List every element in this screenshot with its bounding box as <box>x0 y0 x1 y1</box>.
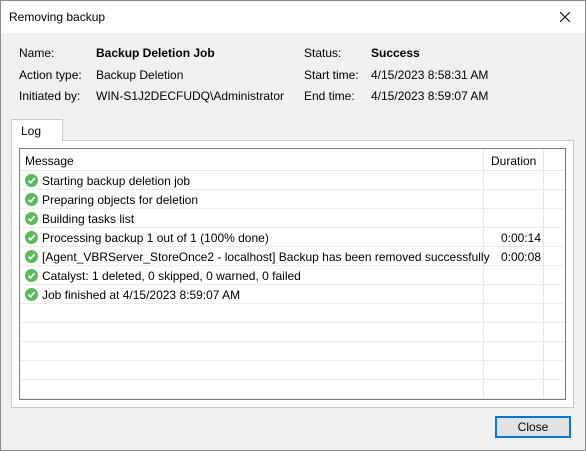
log-header-row: Message Duration <box>20 149 565 171</box>
log-row[interactable]: Job finished at 4/15/2023 8:59:07 AM <box>20 285 565 304</box>
action-type-label: Action type: <box>19 68 82 82</box>
end-time-value: 4/15/2023 8:59:07 AM <box>371 89 489 103</box>
success-icon <box>25 174 38 187</box>
empty-log-row <box>20 323 565 342</box>
initiated-by-value: WIN-S1J2DECFUDQ\Administrator <box>96 89 285 103</box>
close-icon[interactable] <box>545 1 585 33</box>
success-icon <box>25 231 38 244</box>
window-title: Removing backup <box>9 10 106 24</box>
empty-log-row <box>20 304 565 323</box>
initiated-by-label: Initiated by: <box>19 89 81 103</box>
action-type-value: Backup Deletion <box>96 68 184 82</box>
removing-backup-dialog: Removing backup Name: Backup Deletion Jo… <box>0 0 586 451</box>
empty-log-row <box>20 342 565 361</box>
name-label: Name: <box>19 46 55 60</box>
log-row[interactable]: Building tasks list <box>20 209 565 228</box>
log-tab-panel: Message Duration Starting backup deletio… <box>11 140 574 408</box>
success-icon <box>25 212 38 225</box>
name-value: Backup Deletion Job <box>96 46 215 60</box>
start-time-value: 4/15/2023 8:58:31 AM <box>371 68 489 82</box>
log-duration: 0:00:14 <box>500 231 541 245</box>
tab-log[interactable]: Log <box>11 119 63 141</box>
log-row[interactable]: [Agent_VBRServer_StoreOnce2 - localhost]… <box>20 247 565 266</box>
log-message: Processing backup 1 out of 1 (100% done) <box>42 231 269 245</box>
title-bar: Removing backup <box>1 1 585 33</box>
success-icon <box>25 288 38 301</box>
log-message: [Agent_VBRServer_StoreOnce2 - localhost]… <box>42 250 490 264</box>
end-time-label: End time: <box>304 89 355 103</box>
log-message: Starting backup deletion job <box>42 174 191 188</box>
log-duration: 0:00:08 <box>500 250 541 264</box>
log-row[interactable]: Catalyst: 1 deleted, 0 skipped, 0 warned… <box>20 266 565 285</box>
success-icon <box>25 250 38 263</box>
log-message: Catalyst: 1 deleted, 0 skipped, 0 warned… <box>42 269 301 283</box>
close-button[interactable]: Close <box>495 416 571 438</box>
log-message: Job finished at 4/15/2023 8:59:07 AM <box>42 288 241 302</box>
log-message: Building tasks list <box>42 212 135 226</box>
log-table[interactable]: Message Duration Starting backup deletio… <box>19 148 566 400</box>
empty-log-row <box>20 380 565 399</box>
success-icon <box>25 269 38 282</box>
empty-log-row <box>20 361 565 380</box>
status-value: Success <box>371 46 420 60</box>
status-label: Status: <box>304 46 342 60</box>
log-row[interactable]: Processing backup 1 out of 1 (100% done)… <box>20 228 565 247</box>
log-row[interactable]: Starting backup deletion job <box>20 171 565 190</box>
message-column-header[interactable]: Message <box>25 154 74 168</box>
start-time-label: Start time: <box>304 68 359 82</box>
log-row[interactable]: Preparing objects for deletion <box>20 190 565 209</box>
tab-log-label: Log <box>21 124 42 138</box>
log-message: Preparing objects for deletion <box>42 193 199 207</box>
duration-column-header[interactable]: Duration <box>491 154 536 168</box>
success-icon <box>25 193 38 206</box>
